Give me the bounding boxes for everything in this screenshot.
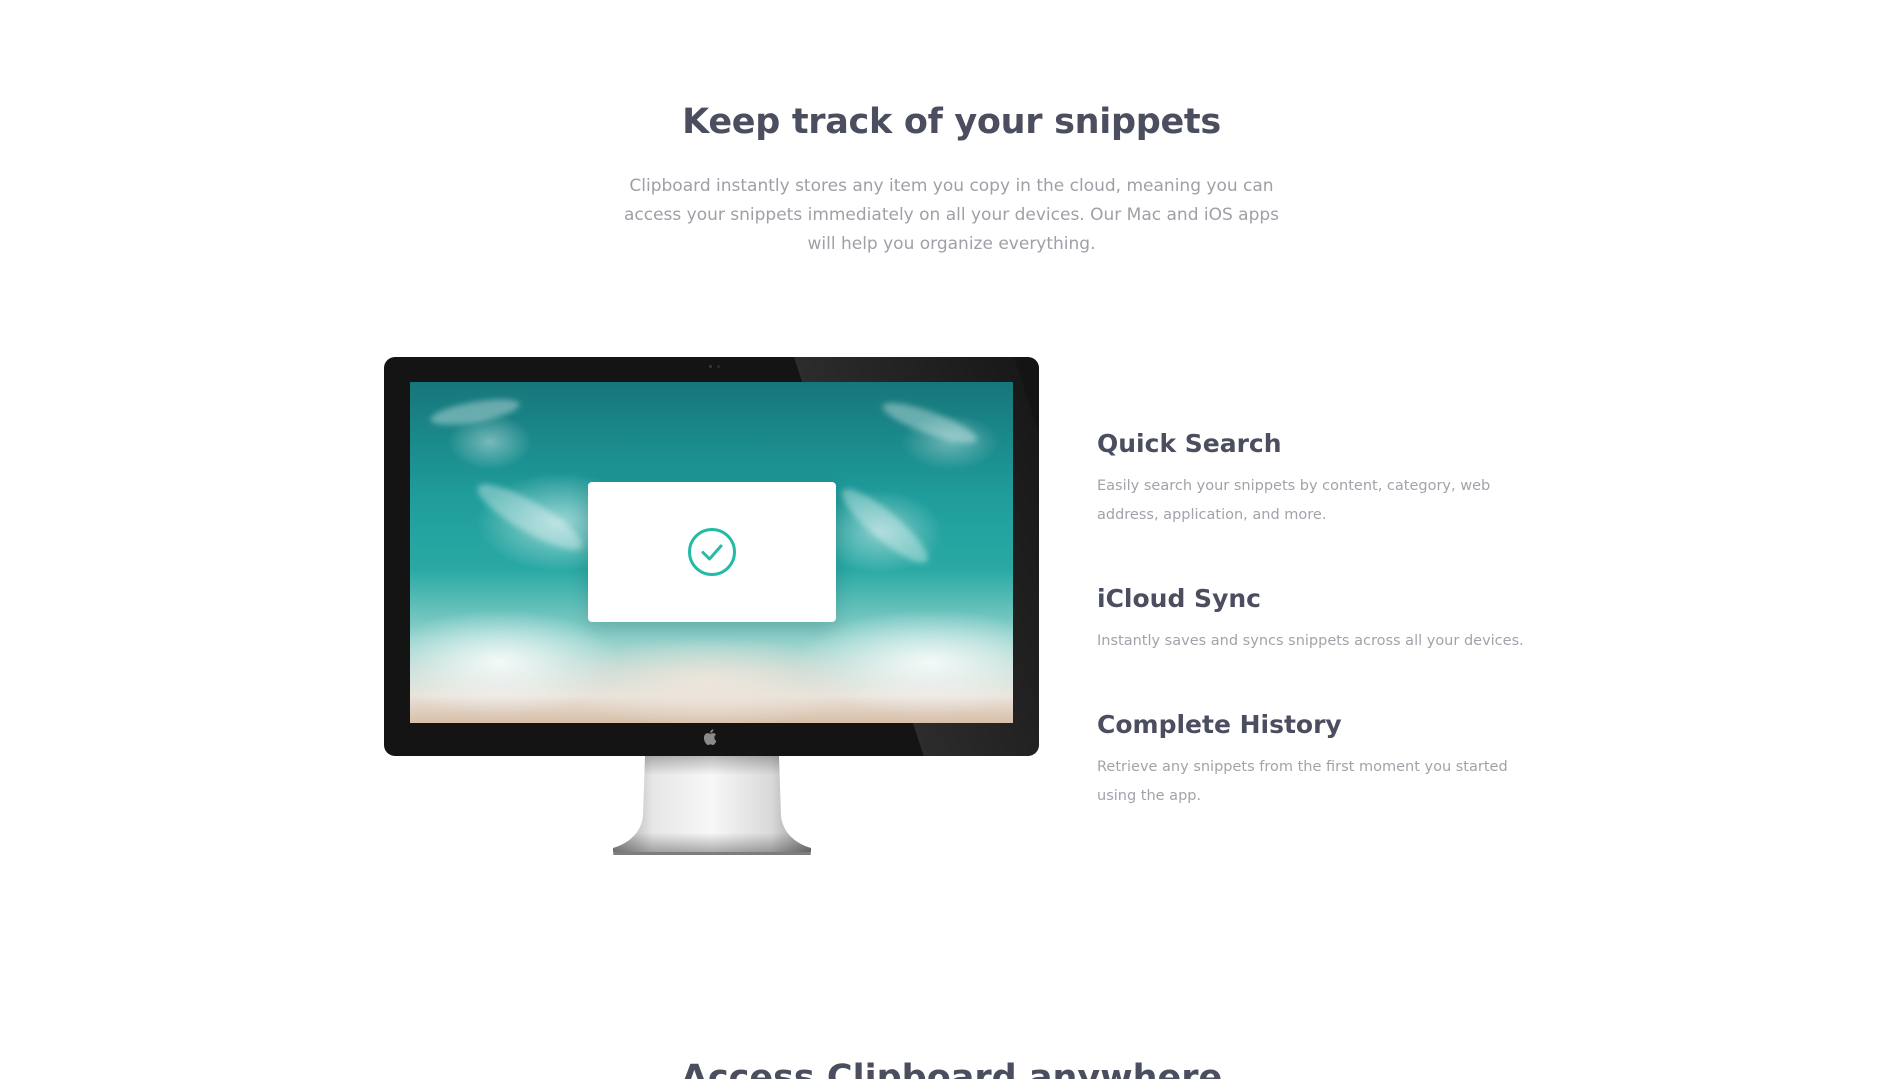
camera-icon [709, 365, 712, 368]
wave-streak [428, 394, 522, 430]
monitor-screen [410, 382, 1013, 723]
page: Keep track of your snippets Clipboard in… [0, 0, 1903, 1079]
feature-title: Quick Search [1097, 429, 1282, 458]
next-section-title: Access Clipboard anywhere [680, 1058, 1223, 1079]
section-description: Clipboard instantly stores any item you … [623, 176, 1280, 254]
check-circle-icon [688, 528, 736, 576]
wave-streak [879, 395, 981, 451]
feature-title: iCloud Sync [1097, 584, 1261, 613]
feature-description: Easily search your snippets by content, … [1097, 478, 1491, 523]
feature-description: Retrieve any snippets from the first mom… [1097, 759, 1508, 804]
feature-item: Complete History Retrieve any snippets f… [1097, 703, 1527, 811]
feature-description: Instantly saves and syncs snippets acros… [1097, 633, 1524, 649]
monitor-stand [613, 756, 811, 855]
wave-streak [470, 474, 590, 560]
feature-item: iCloud Sync Instantly saves and syncs sn… [1097, 577, 1527, 656]
wave-streak [833, 479, 937, 573]
monitor-bezel [384, 357, 1039, 756]
feature-item: Quick Search Easily search your snippets… [1097, 422, 1527, 530]
dialog-card [588, 482, 836, 622]
monitor-illustration [384, 357, 1039, 857]
apple-logo-icon [703, 729, 717, 745]
feature-title: Complete History [1097, 710, 1342, 739]
section-title: Keep track of your snippets [682, 102, 1221, 142]
